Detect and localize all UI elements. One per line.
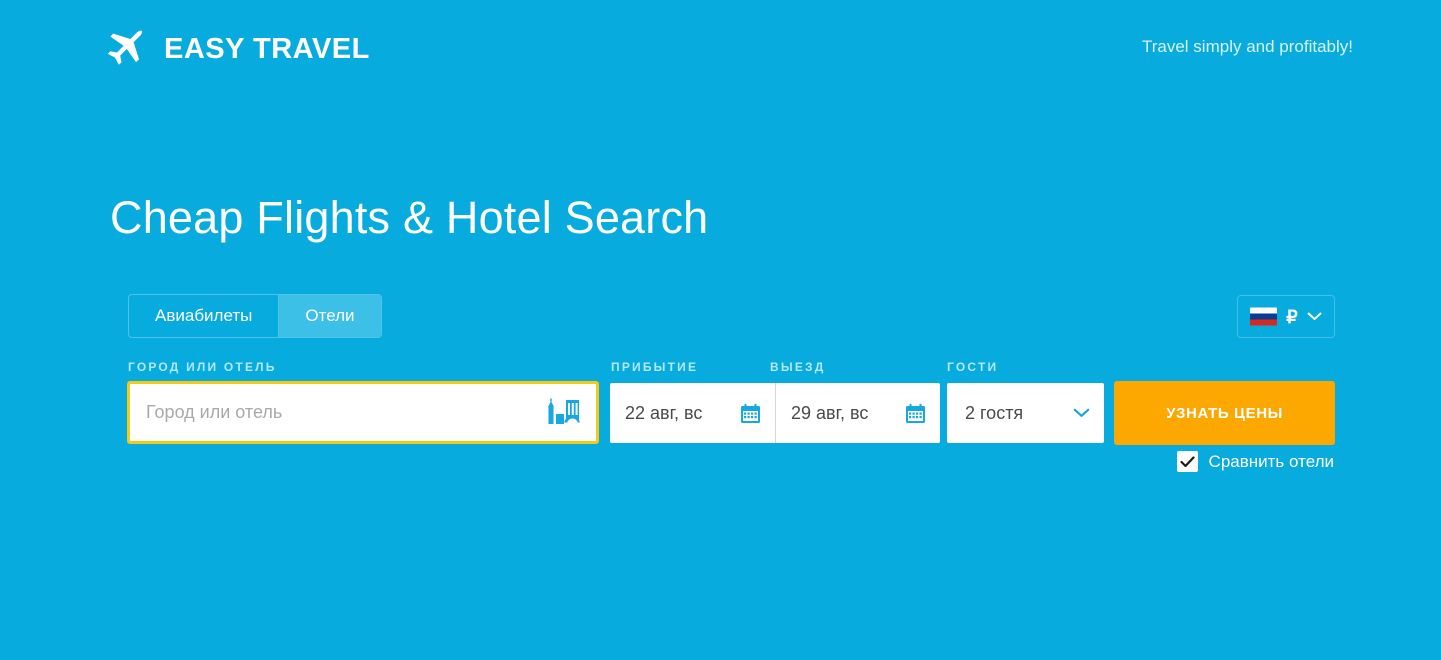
site-header: EASY TRAVEL Travel simply and profitably… <box>0 0 1441 100</box>
compare-hotels-label: Сравнить отели <box>1208 451 1334 471</box>
label-city: ГОРОД ИЛИ ОТЕЛЬ <box>128 360 277 374</box>
brand-name: EASY TRAVEL <box>164 32 370 65</box>
currency-language-selector[interactable]: ₽ <box>1237 295 1335 338</box>
search-type-tabs: Авиабилеты Отели <box>128 294 382 338</box>
tab-flights[interactable]: Авиабилеты <box>129 295 278 337</box>
page-title: Cheap Flights & Hotel Search <box>110 192 709 243</box>
checkout-date-value: 29 авг, вс <box>791 402 869 423</box>
brand-logo[interactable]: EASY TRAVEL <box>104 28 370 70</box>
checkout-date-field[interactable]: 29 авг, вс <box>775 383 940 443</box>
city-input[interactable] <box>130 384 546 441</box>
search-prices-button[interactable]: УЗНАТЬ ЦЕНЫ <box>1114 381 1335 445</box>
chevron-down-icon <box>1307 312 1322 320</box>
checkin-date-value: 22 авг, вс <box>625 402 703 423</box>
checkin-date-field[interactable]: 22 авг, вс <box>610 383 775 443</box>
tab-hotels[interactable]: Отели <box>278 295 381 337</box>
chevron-down-icon <box>1073 408 1090 417</box>
header-tagline: Travel simply and profitably! <box>1141 37 1353 56</box>
compare-hotels-checkbox[interactable] <box>1176 451 1198 472</box>
city-input-wrapper[interactable] <box>127 381 599 444</box>
label-guests: ГОСТИ <box>947 360 999 374</box>
checkmark-icon <box>1179 455 1195 467</box>
label-checkin: ПРИБЫТИЕ <box>611 360 699 374</box>
date-fields: 22 авг, вс 29 авг, вс <box>610 383 940 443</box>
guests-selector[interactable]: 2 гостя <box>947 383 1104 443</box>
currency-symbol: ₽ <box>1286 306 1298 327</box>
cityscape-icon <box>548 398 580 424</box>
page-root: EASY TRAVEL Travel simply and profitably… <box>0 0 1441 660</box>
airplane-icon <box>107 30 143 65</box>
calendar-icon <box>741 403 760 423</box>
russia-flag-icon <box>1250 307 1278 326</box>
label-checkout: ВЫЕЗД <box>770 360 826 374</box>
calendar-icon <box>906 403 925 423</box>
compare-hotels-row[interactable]: Сравнить отели <box>1176 451 1334 472</box>
guests-value: 2 гостя <box>965 402 1024 423</box>
